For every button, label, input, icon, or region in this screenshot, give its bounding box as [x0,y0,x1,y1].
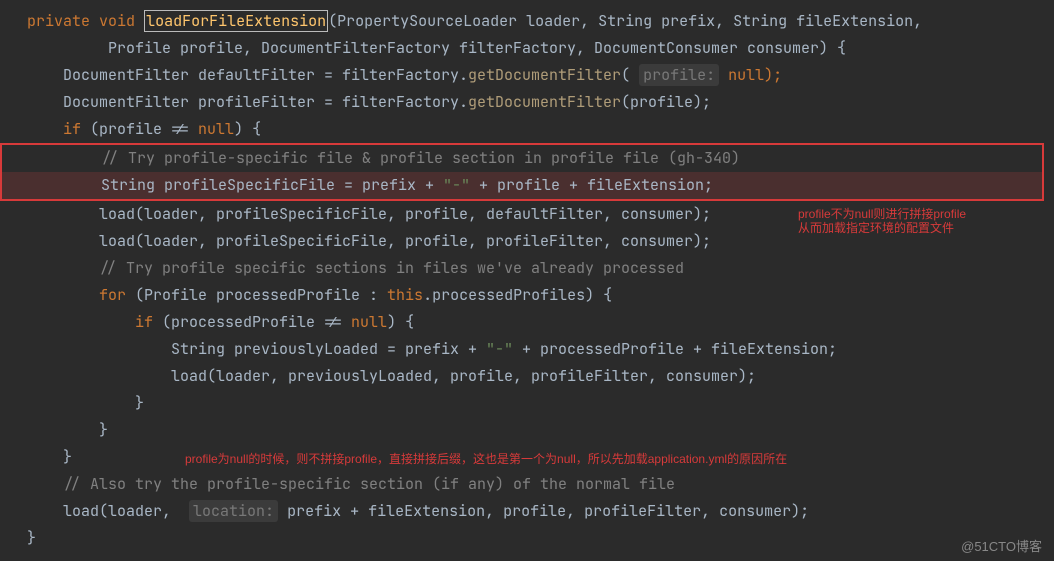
comment-1: // Try profile-specific file & profile s… [101,148,740,168]
keyword-void: void [99,11,135,31]
string-literal: "-" [443,175,470,195]
fn-call: getDocumentFilter [468,92,621,112]
params-1: (PropertySourceLoader loader, String pre… [328,11,922,31]
annotation-2: profile为null的时候，则不拼接profile，直接拼接后缀，这也是第一… [185,452,787,466]
annotation-1: profile不为null则进行拼接profile从而加载指定环境的配置文件 [798,207,966,235]
keyword-private: private [27,11,90,31]
l8: load(loader, profileSpecificFile, profil… [99,204,711,224]
inlay-hint-profile: profile: [639,64,719,86]
fn-call: getDocumentFilter [468,65,621,85]
code-block[interactable]: private void loadForFileExtension(Proper… [0,0,1054,552]
l7a: String profileSpecificFile = prefix + [101,175,443,195]
l9: load(loader, profileSpecificFile, profil… [99,231,711,251]
comment-2: // Try profile specific sections in file… [99,258,684,278]
code-editor[interactable]: private void loadForFileExtension(Proper… [0,0,1054,561]
method-name: loadForFileExtension [146,11,326,31]
inlay-hint-location: location: [189,500,278,522]
l4a: DocumentFilter profileFilter = filterFac… [63,92,468,112]
l14: load(loader, previouslyLoaded, profile, … [171,366,756,386]
l3a: DocumentFilter defaultFilter = filterFac… [63,65,468,85]
watermark: @51CTO博客 [961,536,1042,555]
comment-3: // Also try the profile-specific section… [63,474,675,494]
params-2: Profile profile, DocumentFilterFactory f… [108,38,846,58]
keyword-if: if [63,119,81,139]
keyword-for: for [99,285,126,305]
